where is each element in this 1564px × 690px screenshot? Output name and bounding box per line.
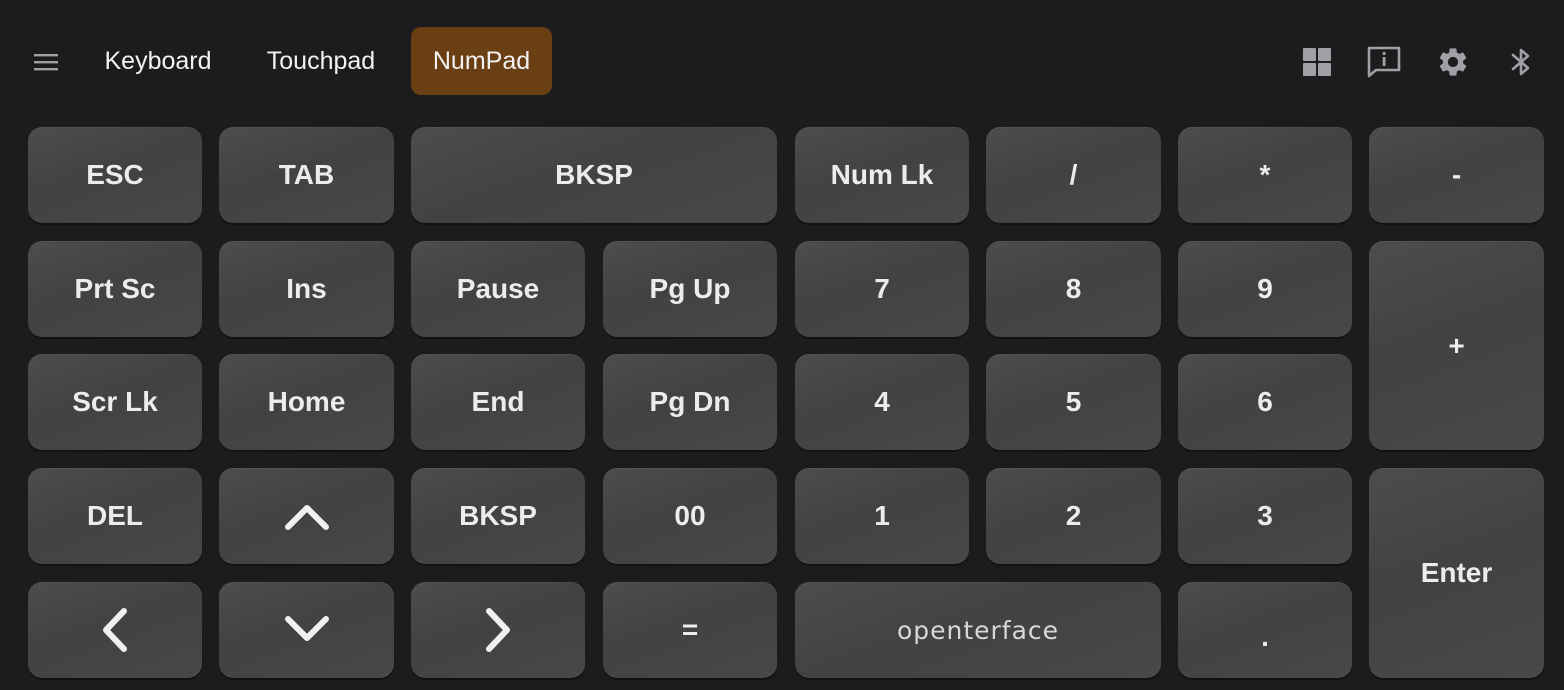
tab-touchpad[interactable]: Touchpad (250, 27, 392, 95)
key-9[interactable]: 9 (1178, 241, 1352, 337)
key-divide[interactable]: / (986, 127, 1161, 223)
key-page-up[interactable]: Pg Up (603, 241, 777, 337)
menu-icon (34, 54, 58, 71)
key-label: 6 (1257, 386, 1273, 417)
key-arrow-down[interactable] (219, 582, 394, 678)
key-label: = (681, 614, 699, 645)
key-label: 4 (874, 386, 890, 417)
key-1[interactable]: 1 (795, 468, 969, 564)
key-label: Home (267, 386, 346, 417)
key-backspace-wide[interactable]: BKSP (411, 127, 777, 223)
feedback-icon (1367, 46, 1401, 78)
key-label: DEL (87, 500, 143, 531)
key-label: Pg Dn (649, 386, 731, 417)
key-label: . (1261, 621, 1269, 652)
key-label: - (1451, 159, 1462, 190)
tab-keyboard[interactable]: Keyboard (90, 27, 226, 95)
menu-button[interactable] (28, 44, 64, 80)
key-arrow-right[interactable] (411, 582, 585, 678)
tab-numpad[interactable]: NumPad (411, 27, 552, 95)
key-plus[interactable]: + (1369, 241, 1544, 450)
key-label: Scr Lk (72, 386, 158, 417)
key-label: 3 (1257, 500, 1273, 531)
key-arrow-left[interactable] (28, 582, 202, 678)
key-equals[interactable]: = (603, 582, 777, 678)
arrow-down-icon (284, 616, 329, 641)
key-4[interactable]: 4 (795, 354, 969, 450)
feedback-button[interactable] (1362, 40, 1406, 84)
grid-layout-button[interactable] (1295, 40, 1339, 84)
gear-icon (1439, 48, 1467, 76)
arrow-left-icon (103, 608, 127, 652)
key-label: Num Lk (830, 159, 934, 190)
key-esc[interactable]: ESC (28, 127, 202, 223)
key-label: * (1259, 159, 1271, 190)
brand-logo-text: openterface (896, 615, 1060, 645)
key-3[interactable]: 3 (1178, 468, 1352, 564)
key-space-brand[interactable]: openterface (795, 582, 1161, 678)
key-label: / (1069, 159, 1078, 190)
key-arrow-up[interactable] (219, 468, 394, 564)
key-label: BKSP (459, 500, 537, 531)
arrow-up-icon (284, 505, 329, 530)
key-double-zero[interactable]: 00 (603, 468, 777, 564)
key-home[interactable]: Home (219, 354, 394, 450)
key-5[interactable]: 5 (986, 354, 1161, 450)
key-2[interactable]: 2 (986, 468, 1161, 564)
key-label: 00 (674, 500, 706, 531)
key-multiply[interactable]: * (1178, 127, 1352, 223)
key-page-down[interactable]: Pg Dn (603, 354, 777, 450)
key-label: 5 (1065, 386, 1082, 417)
key-label: Pause (456, 273, 540, 304)
key-label: End (471, 386, 525, 417)
key-label: Prt Sc (74, 273, 156, 304)
key-pause[interactable]: Pause (411, 241, 585, 337)
key-label: Enter (1420, 557, 1493, 588)
key-label: Ins (286, 273, 327, 304)
settings-button[interactable] (1431, 40, 1475, 84)
grid-layout-icon (1303, 48, 1331, 76)
key-label: BKSP (555, 159, 633, 190)
key-6[interactable]: 6 (1178, 354, 1352, 450)
key-tab[interactable]: TAB (219, 127, 394, 223)
key-print-screen[interactable]: Prt Sc (28, 241, 202, 337)
key-label: 7 (874, 273, 890, 304)
key-end[interactable]: End (411, 354, 585, 450)
key-label: 9 (1257, 273, 1273, 304)
key-num-lock[interactable]: Num Lk (795, 127, 969, 223)
key-label: 2 (1065, 500, 1082, 531)
key-delete[interactable]: DEL (28, 468, 202, 564)
key-minus[interactable]: - (1369, 127, 1544, 223)
numpad-panel: Keyboard Touchpad NumPad ESC TAB BKSP Nu… (0, 0, 1564, 690)
key-label: Pg Up (649, 273, 731, 304)
bluetooth-button[interactable] (1499, 40, 1543, 84)
key-8[interactable]: 8 (986, 241, 1161, 337)
bluetooth-icon (1511, 48, 1530, 76)
key-scroll-lock[interactable]: Scr Lk (28, 354, 202, 450)
key-label: ESC (86, 159, 144, 190)
arrow-right-icon (486, 608, 510, 652)
key-backspace[interactable]: BKSP (411, 468, 585, 564)
key-label: 1 (874, 500, 890, 531)
key-enter[interactable]: Enter (1369, 468, 1544, 678)
key-7[interactable]: 7 (795, 241, 969, 337)
key-insert[interactable]: Ins (219, 241, 394, 337)
key-label: 8 (1065, 273, 1082, 304)
key-label: + (1448, 329, 1465, 361)
key-decimal[interactable]: . (1178, 582, 1352, 678)
key-label: TAB (278, 159, 335, 190)
